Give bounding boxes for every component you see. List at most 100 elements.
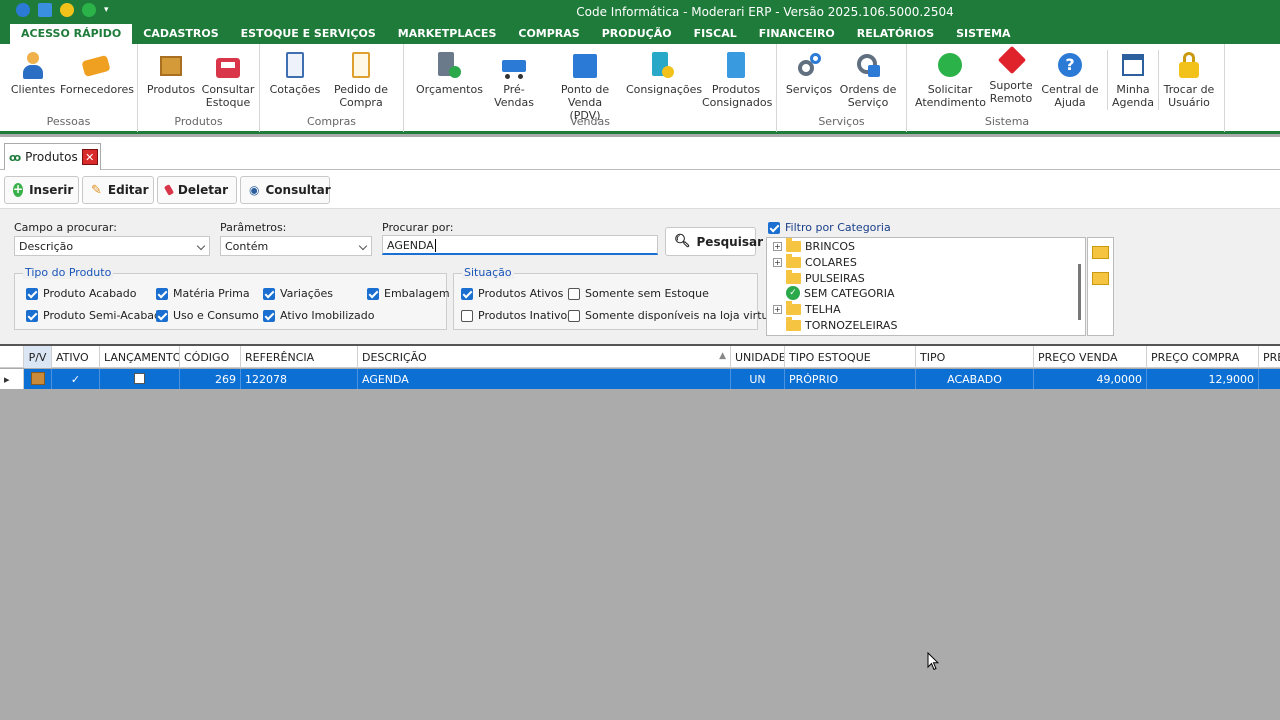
cotacoes-button[interactable]: Cotações [268,50,322,96]
menu-financeiro[interactable]: FINANCEIRO [748,24,846,44]
chk-uso-consumo[interactable]: Uso e Consumo [156,309,259,322]
chk-materia-prima[interactable]: Matéria Prima [156,287,250,300]
cell-tipo-estoque: PRÓPRIO [785,369,916,389]
col-preco-more[interactable]: PRE [1259,346,1280,368]
folder-icon [786,300,801,315]
cell-codigo: 269 [180,369,241,389]
tree-scrollbar[interactable] [1078,264,1081,320]
menu-sistema[interactable]: SISTEMA [945,24,1021,44]
campo-select[interactable]: Descrição [14,236,210,256]
close-icon[interactable]: ✕ [81,149,98,165]
col-preco-compra[interactable]: PREÇO COMPRA [1147,346,1259,368]
pdv-button[interactable]: Ponto de Venda (PDV) [552,50,618,122]
cell-descricao: AGENDA [358,369,731,389]
clientes-button[interactable]: Clientes [8,50,58,96]
pesquisar-button[interactable]: 🔍︎ Pesquisar [665,227,763,256]
col-referencia[interactable]: REFERÊNCIA [241,346,358,368]
chk-somente-sem-estoque[interactable]: Somente sem Estoque [568,287,709,300]
central-ajuda-button[interactable]: ? Central de Ajuda [1041,50,1099,109]
col-preco-venda[interactable]: PREÇO VENDA [1034,346,1147,368]
chk-somente-loja-virtual[interactable]: Somente disponíveis na loja virtual [568,309,778,322]
col-tipo[interactable]: TIPO [916,346,1034,368]
deletar-button[interactable]: Deletar [157,176,237,204]
chk-variacoes[interactable]: Variações [263,287,333,300]
parametros-select[interactable]: Contém [220,236,372,256]
box-icon [156,50,186,80]
col-unidade[interactable]: UNIDADE [731,346,785,368]
procurar-input[interactable]: AGENDA [382,235,658,255]
tree-node-tornozeleiras[interactable]: TORNOZELEIRAS [773,316,897,333]
produtos-button[interactable]: Produtos [146,50,196,96]
chk-produto-acabado[interactable]: Produto Acabado [26,287,137,300]
chk-embalagem[interactable]: Embalagem [367,287,450,300]
orcamentos-button[interactable]: Orçamentos [416,50,483,96]
menu-cadastros[interactable]: CADASTROS [132,24,229,44]
open-folder-icon[interactable] [1092,246,1109,259]
col-codigo[interactable]: CÓDIGO [180,346,241,368]
order-pencil-icon [346,50,376,80]
expand-icon[interactable]: + [773,304,782,314]
chk-produtos-inativos[interactable]: Produtos Inativos [461,309,573,322]
window-title: Code Informática - Moderari ERP - Versão… [576,5,954,19]
lancamento-checkbox[interactable] [100,369,180,389]
eraser-icon [163,184,174,196]
checkbox-checked-icon [768,221,780,234]
tree-node-telha[interactable]: + TELHA [773,300,841,317]
col-lancamento[interactable]: LANÇAMENTO [100,346,180,368]
app-logo-icon: ꝏ [9,150,22,164]
cell-preco-compra: 12,9000 [1147,369,1259,389]
menu-estoque-servicos[interactable]: ESTOQUE E SERVIÇOS [230,24,387,44]
checkbox-checked-icon [26,287,38,300]
trocar-usuario-button[interactable]: Trocar de Usuário [1161,50,1217,109]
sort-ascending-icon: ▲ [719,351,726,361]
consultar-button[interactable]: ◉ Consultar [240,176,331,204]
filter-panel: Campo a procurar: Descrição Parâmetros: … [0,208,1280,344]
menu-marketplaces[interactable]: MARKETPLACES [387,24,508,44]
tab-produtos[interactable]: ꝏ Produtos ✕ [4,143,101,170]
minha-agenda-button[interactable]: Minha Agenda [1111,50,1155,109]
consultar-estoque-button[interactable]: Consultar Estoque [200,50,256,109]
group-pessoas: Clientes Fornecedores Pessoas [0,44,138,132]
person-icon [18,50,48,80]
ordens-servico-button[interactable]: Ordens de Serviço [837,50,899,109]
expand-icon[interactable]: + [773,241,782,251]
folder-icon [786,253,801,268]
menu-acesso-rapido[interactable]: ACESSO RÁPIDO [10,24,133,44]
pedido-compra-button[interactable]: Pedido de Compra [332,50,390,109]
col-descricao[interactable]: DESCRIÇÃO ▲ [358,346,731,368]
pre-vendas-button[interactable]: Pré-Vendas [484,50,544,109]
ribbon: Clientes Fornecedores Pessoas Produtos C… [0,44,1280,134]
chk-ativo-imobilizado[interactable]: Ativo Imobilizado [263,309,375,322]
consignacoes-button[interactable]: Consignações [626,50,702,96]
servicos-button[interactable]: Serviços [785,50,833,96]
menu-producao[interactable]: PRODUÇÃO [591,24,683,44]
group-compras: Cotações Pedido de Compra Compras [260,44,404,132]
tree-node-sem-categoria[interactable]: ✓ SEM CATEGORIA [773,285,895,301]
inserir-button[interactable]: + Inserir [4,176,79,204]
chk-filtro-categoria[interactable]: Filtro por Categoria [768,221,891,234]
checkbox-checked-icon [26,309,38,322]
tree-node-colares[interactable]: + COLARES [773,253,857,270]
menu-fiscal[interactable]: FISCAL [683,24,748,44]
col-ativo[interactable]: ATIVO [52,346,100,368]
expand-icon[interactable]: + [773,257,782,267]
chk-produtos-ativos[interactable]: Produtos Ativos [461,287,563,300]
tree-node-pulseiras[interactable]: PULSEIRAS [773,269,865,286]
editar-button[interactable]: ✎ Editar [82,176,154,204]
col-tipo-estoque[interactable]: TIPO ESTOQUE [785,346,916,368]
checkbox-unchecked-icon [461,309,473,322]
solicitar-atendimento-button[interactable]: Solicitar Atendimento [915,50,986,109]
suporte-remoto-button[interactable]: Suporte Remoto [987,45,1035,105]
chk-produto-semi-acabado[interactable]: Produto Semi-Acabado [26,309,168,322]
col-pv[interactable]: P/V [24,346,52,368]
menu-compras[interactable]: COMPRAS [507,24,590,44]
tree-node-brincos[interactable]: + BRINCOS [773,237,855,254]
grid-header: P/V ATIVO LANÇAMENTO CÓDIGO REFERÊNCIA D… [0,346,1280,368]
cell-referencia: 122078 [241,369,358,389]
ativo-check-icon[interactable]: ✓ [52,369,100,389]
fornecedores-button[interactable]: Fornecedores [60,50,134,96]
folder-icon[interactable] [1092,272,1109,285]
produtos-consignados-button[interactable]: Produtos Consignados [702,50,772,109]
table-row[interactable]: ▸ ✓ 269 122078 AGENDA UN PRÓPRIO ACABADO… [0,369,1280,389]
menu-relatorios[interactable]: RELATÓRIOS [846,24,945,44]
